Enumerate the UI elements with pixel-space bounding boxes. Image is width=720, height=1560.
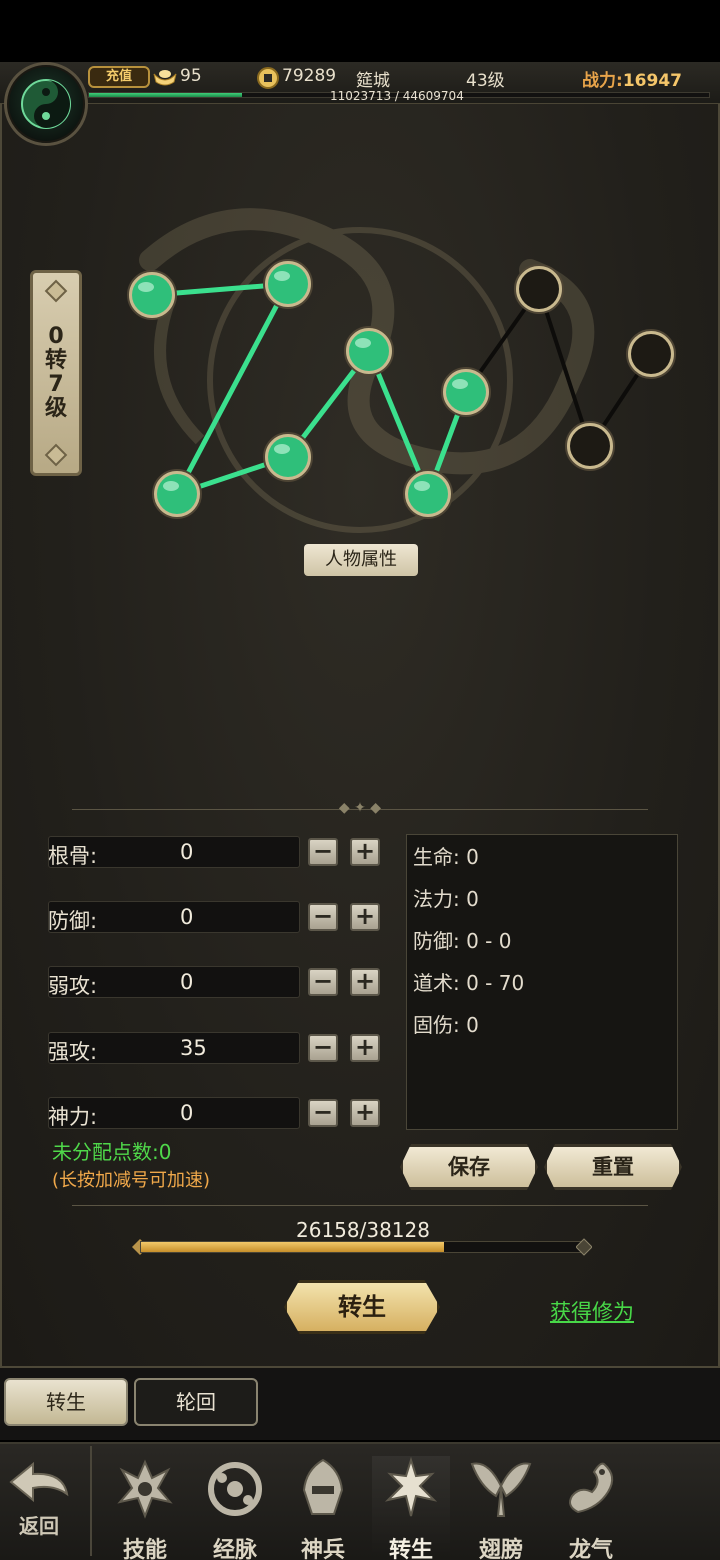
rebirth-button[interactable]: 转生 bbox=[284, 1280, 440, 1334]
nav-wings[interactable]: 翅膀 bbox=[462, 1456, 540, 1560]
decrease-divine-power-button[interactable]: − bbox=[308, 1099, 338, 1127]
player-avatar[interactable] bbox=[4, 62, 88, 146]
constellation-node-active[interactable] bbox=[403, 469, 453, 519]
save-button[interactable]: 保存 bbox=[400, 1144, 538, 1190]
decrease-strong-attack-button[interactable]: − bbox=[308, 1034, 338, 1062]
increase-divine-power-button[interactable]: + bbox=[350, 1099, 380, 1127]
nav-meridians[interactable]: 经脉 bbox=[196, 1456, 274, 1560]
constellation-node-active[interactable] bbox=[441, 367, 491, 417]
nav-meridians-label: 经脉 bbox=[212, 1537, 257, 1560]
stat-value: 0 bbox=[180, 905, 194, 929]
result-fixed-damage: 固伤: 0 bbox=[413, 1013, 479, 1037]
subtab-rebirth[interactable]: 转生 bbox=[4, 1378, 128, 1426]
stat-label: 防御: bbox=[48, 909, 98, 933]
stat-row-defense: 防御: 0 − + bbox=[48, 901, 388, 935]
nav-dragon-qi[interactable]: 龙气 bbox=[552, 1456, 630, 1560]
cultivation-progress-fill bbox=[141, 1242, 445, 1252]
skills-icon bbox=[117, 1459, 173, 1519]
result-mp: 法力: 0 bbox=[413, 887, 479, 911]
get-cultivation-link[interactable]: 获得修为 bbox=[550, 1296, 634, 1326]
constellation-node-active[interactable] bbox=[152, 469, 202, 519]
nav-dragon-qi-label: 龙气 bbox=[568, 1537, 613, 1560]
decrease-defense-button[interactable]: − bbox=[308, 903, 338, 931]
unassigned-points: 未分配点数:0 bbox=[52, 1140, 172, 1164]
decrease-strength-button[interactable]: − bbox=[308, 838, 338, 866]
constellation-node-active[interactable] bbox=[263, 259, 313, 309]
stat-row-strength: 根骨: 0 − + bbox=[48, 836, 388, 870]
nav-separator bbox=[90, 1446, 92, 1556]
subtab-bar: 转生 轮回 bbox=[0, 1368, 720, 1440]
stat-value: 0 bbox=[180, 840, 194, 864]
stat-value: 0 bbox=[180, 970, 194, 994]
nav-rebirth-label: 转生 bbox=[388, 1537, 433, 1560]
subtab-reincarnation[interactable]: 轮回 bbox=[134, 1378, 258, 1426]
long-press-hint: (长按加减号可加速) bbox=[52, 1170, 211, 1191]
reset-button[interactable]: 重置 bbox=[544, 1144, 682, 1190]
result-defense: 防御: 0 - 0 bbox=[413, 929, 512, 953]
constellation-node-active[interactable] bbox=[263, 432, 313, 482]
stat-value: 0 bbox=[180, 1101, 194, 1125]
decrease-weak-attack-button[interactable]: − bbox=[308, 968, 338, 996]
increase-weak-attack-button[interactable]: + bbox=[350, 968, 380, 996]
stat-label: 强攻: bbox=[48, 1040, 98, 1064]
stat-label: 神力: bbox=[48, 1105, 98, 1129]
stat-value: 35 bbox=[180, 1036, 207, 1060]
nav-divine-weapon[interactable]: 神兵 bbox=[284, 1456, 362, 1560]
dragon-qi-icon bbox=[569, 1462, 614, 1514]
divider-ornament: ◆ ✦ ◆ bbox=[338, 800, 382, 816]
constellation-node-inactive[interactable] bbox=[626, 329, 676, 379]
result-hp: 生命: 0 bbox=[413, 845, 479, 869]
nav-wings-label: 翅膀 bbox=[478, 1537, 523, 1560]
constellation-graph bbox=[127, 259, 676, 519]
meridians-icon bbox=[208, 1462, 262, 1516]
back-arrow-icon bbox=[9, 1461, 69, 1503]
stat-row-divine-power: 神力: 0 − + bbox=[48, 1097, 388, 1131]
back-button[interactable]: 返回 bbox=[4, 1460, 74, 1550]
wings-icon bbox=[470, 1462, 532, 1517]
nav-skills-label: 技能 bbox=[122, 1537, 167, 1560]
increase-defense-button[interactable]: + bbox=[350, 903, 380, 931]
constellation-node-active[interactable] bbox=[127, 270, 177, 320]
stat-label: 弱攻: bbox=[48, 974, 98, 998]
increase-strength-button[interactable]: + bbox=[350, 838, 380, 866]
stat-label: 根骨: bbox=[48, 844, 98, 868]
nav-skills[interactable]: 技能 bbox=[106, 1456, 184, 1560]
yin-yang-icon bbox=[21, 79, 71, 129]
character-attributes-title: 人物属性 bbox=[304, 544, 418, 576]
constellation-node-inactive[interactable] bbox=[565, 421, 615, 471]
nav-divine-weapon-label: 神兵 bbox=[300, 1537, 345, 1560]
constellation-node-inactive[interactable] bbox=[514, 264, 564, 314]
rebirth-icon bbox=[384, 1456, 438, 1517]
section-divider-2 bbox=[72, 1205, 648, 1206]
result-taoism: 道术: 0 - 70 bbox=[413, 971, 525, 995]
stat-row-weak-attack: 弱攻: 0 − + bbox=[48, 966, 388, 1000]
progress-right-cap bbox=[576, 1238, 592, 1256]
nav-rebirth[interactable]: 转生 bbox=[372, 1456, 450, 1560]
back-label: 返回 bbox=[19, 1514, 59, 1538]
increase-strong-attack-button[interactable]: + bbox=[350, 1034, 380, 1062]
cultivation-progress-bar bbox=[132, 1238, 592, 1256]
attribute-results-panel: 生命: 0 法力: 0 防御: 0 - 0 道术: 0 - 70 固伤: 0 bbox=[406, 834, 678, 1130]
constellation-node-active[interactable] bbox=[344, 326, 394, 376]
stat-row-strong-attack: 强攻: 35 − + bbox=[48, 1032, 388, 1066]
divine-weapon-icon bbox=[302, 1458, 344, 1515]
